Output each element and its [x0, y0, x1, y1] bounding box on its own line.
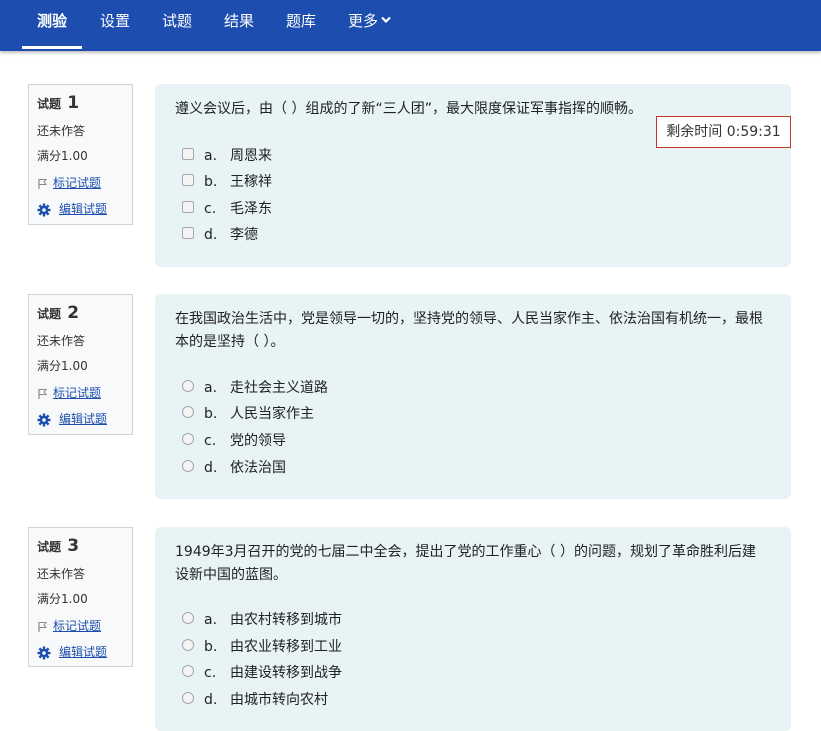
- question-card-1: 遵义会议后，由（ ）组成的了新“三人团”，最大限度保证军事指挥的顺畅。 a. 周恩…: [155, 84, 791, 267]
- chevron-down-icon: [381, 0, 391, 41]
- answer-option-b[interactable]: b. 由农业转移到工业: [182, 637, 342, 657]
- question-state: 还未作答: [37, 334, 86, 348]
- flag-icon: [37, 388, 49, 400]
- question-card-3: 1949年3月召开的党的七届二中全会，提出了党的工作重心（ ）的问题，规划了革命…: [155, 527, 791, 731]
- question-text: 在我国政治生活中，党是领导一切的，坚持党的领导、人民当家作主、依法治国有机统一，…: [175, 311, 763, 350]
- nav-tab-quiz[interactable]: 测验: [22, 0, 82, 49]
- radio-button[interactable]: [182, 639, 194, 651]
- question-number: 试题 1: [37, 93, 80, 113]
- question-info-1: 试题 1 还未作答 满分1.00 标记试题 编辑试题: [28, 84, 133, 225]
- radio-button[interactable]: [182, 692, 194, 704]
- question-grade: 满分1.00: [37, 149, 88, 163]
- answer-option-b[interactable]: b. 王稼祥: [182, 172, 272, 192]
- flag-question-link[interactable]: 标记试题: [37, 384, 101, 401]
- radio-button[interactable]: [182, 406, 194, 418]
- gear-icon: [37, 203, 51, 217]
- flag-question-link[interactable]: 标记试题: [37, 617, 101, 634]
- checkbox[interactable]: [182, 227, 194, 239]
- question-state: 还未作答: [37, 124, 86, 138]
- checkbox[interactable]: [182, 201, 194, 213]
- nav-more-label: 更多: [348, 12, 379, 30]
- radio-button[interactable]: [182, 433, 194, 445]
- question-grade: 满分1.00: [37, 592, 88, 606]
- answer-option-d[interactable]: d. 依法治国: [182, 458, 286, 478]
- answer-option-d[interactable]: d. 李德: [182, 225, 258, 245]
- timer-value: 0:59:31: [726, 124, 781, 140]
- edit-question-link[interactable]: 编辑试题: [37, 643, 107, 660]
- question-state: 还未作答: [37, 567, 86, 581]
- radio-button[interactable]: [182, 665, 194, 677]
- answer-option-c[interactable]: c. 党的领导: [182, 431, 286, 451]
- time-remaining: 剩余时间 0:59:31: [656, 116, 791, 148]
- flag-question-link[interactable]: 标记试题: [37, 174, 101, 191]
- radio-button[interactable]: [182, 380, 194, 392]
- answer-option-b[interactable]: b. 人民当家作主: [182, 404, 314, 424]
- question-info-2: 试题 2 还未作答 满分1.00 标记试题 编辑试题: [28, 294, 133, 435]
- flag-icon: [37, 621, 49, 633]
- timer-label: 剩余时间: [666, 124, 723, 140]
- question-grade: 满分1.00: [37, 359, 88, 373]
- edit-question-link[interactable]: 编辑试题: [37, 410, 107, 427]
- question-text: 1949年3月召开的党的七届二中全会，提出了党的工作重心（ ）的问题，规划了革命…: [175, 544, 756, 583]
- answer-option-a[interactable]: a. 由农村转移到城市: [182, 610, 342, 630]
- nav-tab-more[interactable]: 更多: [348, 0, 391, 51]
- nav-tab-question-bank[interactable]: 题库: [286, 0, 316, 51]
- answer-option-d[interactable]: d. 由城市转向农村: [182, 690, 328, 710]
- answer-option-a[interactable]: a. 走社会主义道路: [182, 378, 328, 398]
- radio-button[interactable]: [182, 460, 194, 472]
- radio-button[interactable]: [182, 612, 194, 624]
- gear-icon: [37, 646, 51, 660]
- answer-option-a[interactable]: a. 周恩来: [182, 146, 272, 166]
- nav-tab-settings[interactable]: 设置: [100, 0, 130, 51]
- checkbox[interactable]: [182, 174, 194, 186]
- checkbox[interactable]: [182, 148, 194, 160]
- question-card-2: 在我国政治生活中，党是领导一切的，坚持党的领导、人民当家作主、依法治国有机统一，…: [155, 294, 791, 499]
- question-info-3: 试题 3 还未作答 满分1.00 标记试题 编辑试题: [28, 527, 133, 667]
- edit-question-link[interactable]: 编辑试题: [37, 200, 107, 217]
- nav-tab-results[interactable]: 结果: [224, 0, 254, 51]
- answer-option-c[interactable]: c. 毛泽东: [182, 199, 272, 219]
- question-number: 试题 2: [37, 303, 80, 323]
- nav-tab-questions[interactable]: 试题: [162, 0, 192, 51]
- question-number: 试题 3: [37, 536, 80, 556]
- top-navbar: 测验 设置 试题 结果 题库 更多: [0, 0, 821, 51]
- gear-icon: [37, 413, 51, 427]
- answer-option-c[interactable]: c. 由建设转移到战争: [182, 663, 342, 683]
- flag-icon: [37, 178, 49, 190]
